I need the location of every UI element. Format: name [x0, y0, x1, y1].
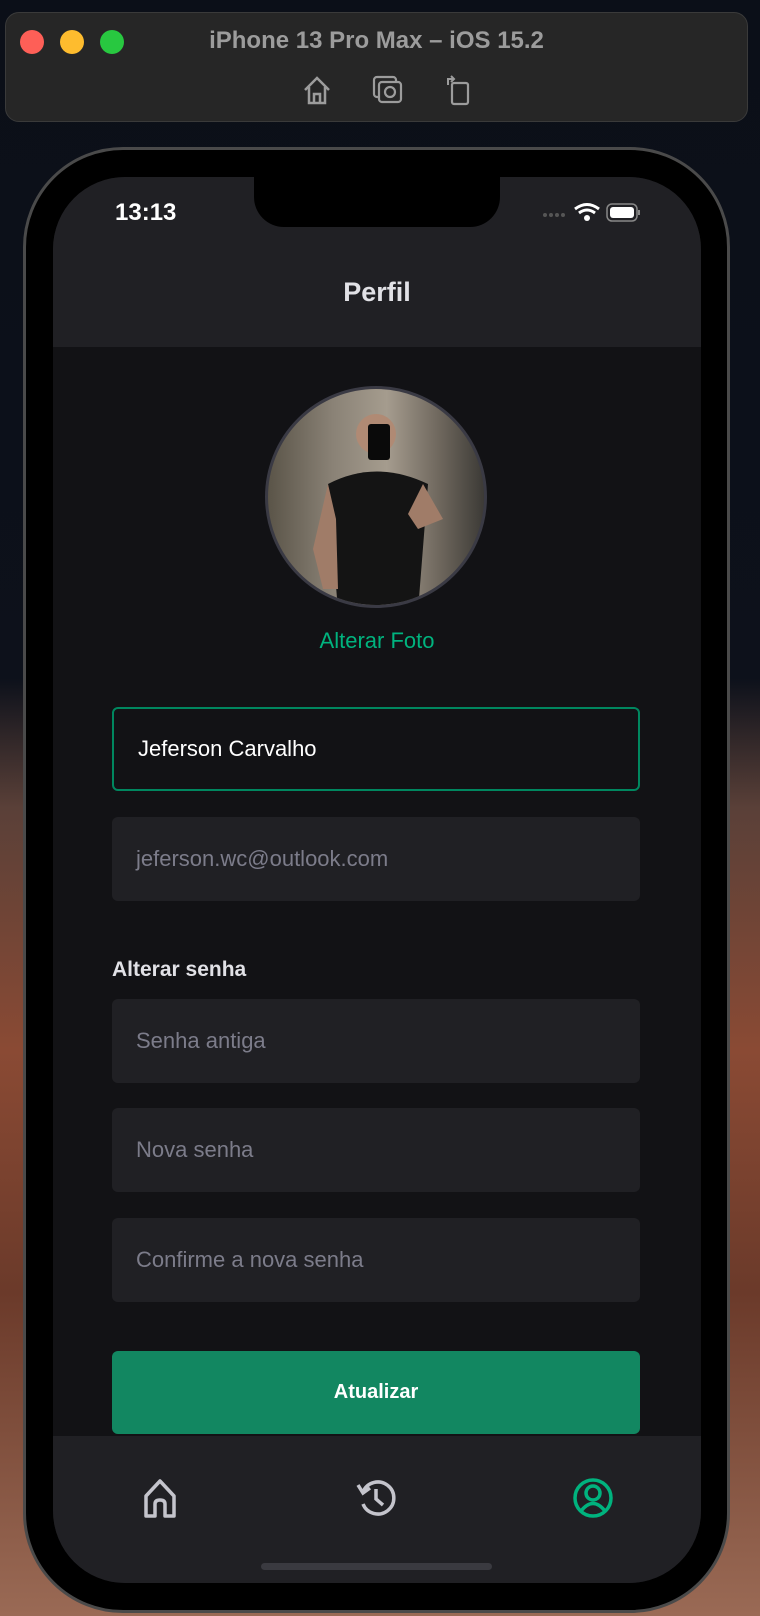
old-password-input[interactable]: Senha antiga: [112, 999, 640, 1083]
tab-bar: [53, 1436, 701, 1583]
new-password-input[interactable]: Nova senha: [112, 1108, 640, 1192]
screenshot-icon[interactable]: [371, 73, 405, 107]
profile-photo: [313, 414, 443, 605]
home-indicator[interactable]: [261, 1563, 492, 1570]
change-photo-button[interactable]: Alterar Foto: [53, 628, 701, 654]
battery-icon: [606, 203, 640, 222]
page-title: Perfil: [343, 277, 411, 307]
simulator-window-bar: iPhone 13 Pro Max – iOS 15.2: [5, 12, 748, 122]
phone-screen: 13:13 Perfil Alterar Foto Jeferson Carva…: [53, 177, 701, 1583]
rotate-icon[interactable]: [442, 73, 476, 107]
tab-profile-icon[interactable]: [571, 1476, 615, 1520]
status-icons: [543, 203, 640, 222]
update-button[interactable]: Atualizar: [112, 1351, 640, 1434]
email-input[interactable]: jeferson.wc@outlook.com: [112, 817, 640, 901]
wifi-icon: [574, 203, 600, 215]
window-title: iPhone 13 Pro Max – iOS 15.2: [209, 27, 544, 54]
change-password-label: Alterar senha: [112, 958, 247, 981]
signal-icon: [543, 213, 565, 217]
notch: [254, 177, 500, 227]
name-input[interactable]: Jeferson Carvalho: [112, 707, 640, 791]
tab-history-icon[interactable]: [354, 1476, 398, 1520]
avatar[interactable]: [265, 386, 487, 608]
confirm-password-input[interactable]: Confirme a nova senha: [112, 1218, 640, 1302]
home-icon[interactable]: [300, 73, 334, 107]
status-time: 13:13: [115, 199, 177, 226]
tab-home-icon[interactable]: [138, 1476, 182, 1520]
